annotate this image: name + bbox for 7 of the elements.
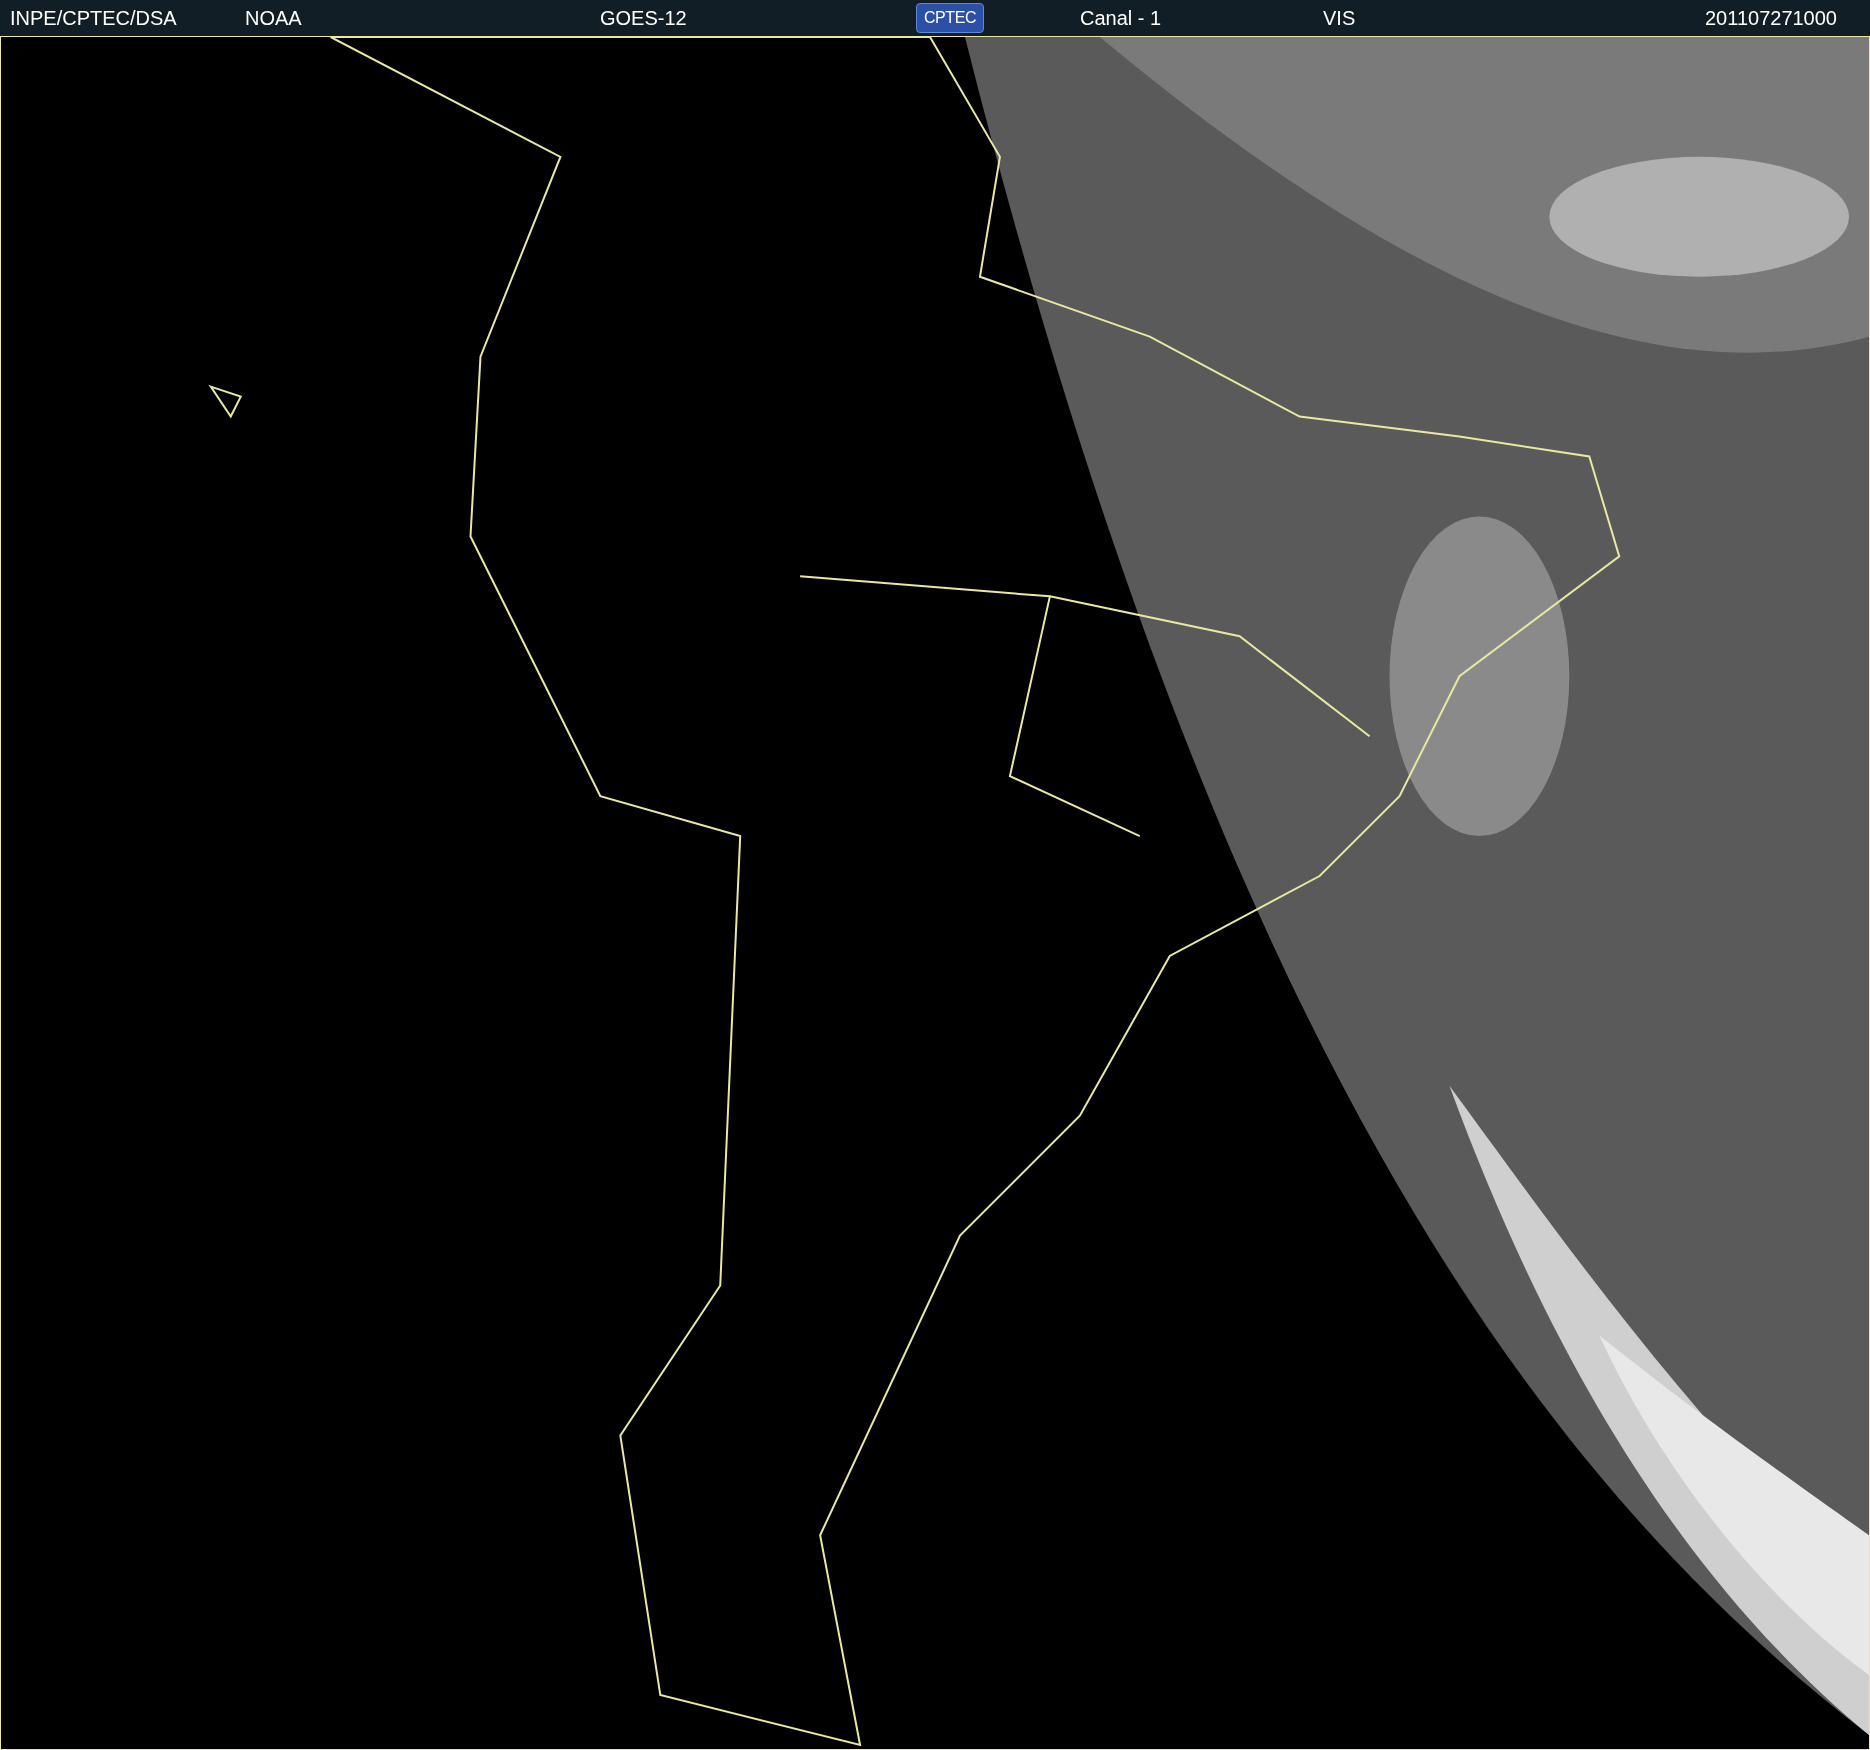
header-label: 201107271000 bbox=[1705, 7, 1837, 29]
logo: CPTEC bbox=[916, 3, 984, 33]
header-label: INPE/CPTEC/DSA bbox=[10, 7, 177, 29]
header-label: NOAA bbox=[245, 7, 302, 29]
header-label: VIS bbox=[1323, 7, 1356, 29]
header-label: GOES-12 bbox=[600, 7, 687, 29]
header-label: Canal - 1 bbox=[1080, 7, 1162, 29]
